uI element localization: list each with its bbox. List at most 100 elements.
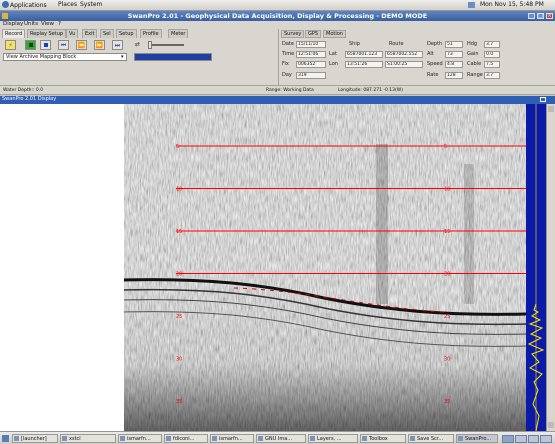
- label-time: Time: [282, 51, 295, 57]
- tab-survey[interactable]: Survey: [281, 30, 305, 38]
- water-column-plume-1: [376, 144, 388, 304]
- workspace-switcher[interactable]: [502, 435, 552, 443]
- task-gnu-image[interactable]: GNU Ima...: [256, 434, 306, 443]
- system-menu[interactable]: System: [80, 1, 102, 8]
- depth-label-15-left: 15: [176, 229, 182, 235]
- label-rate: Rate: [427, 72, 439, 78]
- tab-vu[interactable]: Vu: [66, 29, 79, 38]
- label-cable: Cable: [467, 61, 482, 67]
- minimize-icon[interactable]: _: [528, 13, 535, 19]
- task-fdiconi[interactable]: fdiconi...: [164, 434, 208, 443]
- sonar-viewer[interactable]: 5 5 10 10 15 15 20 20 25 25 30 30 35 35: [0, 104, 555, 431]
- label-day: Day: [282, 72, 292, 78]
- value-day: 319: [296, 72, 326, 79]
- tab-setup[interactable]: Setup: [116, 29, 137, 38]
- workspace-3[interactable]: [527, 435, 540, 443]
- depth-label-5-left: 5: [176, 144, 179, 150]
- tab-motion[interactable]: Motion: [323, 30, 346, 38]
- forward-end-icon[interactable]: ⏭: [112, 40, 123, 50]
- label-range: Range: [467, 72, 483, 78]
- menu-help[interactable]: ?: [58, 21, 61, 27]
- window-title-bar[interactable]: SwanPro 2.01 - Geophysical Data Acquisit…: [0, 11, 555, 21]
- lightning-icon[interactable]: ⚡: [5, 40, 16, 50]
- rate-slider-handle[interactable]: [148, 41, 152, 49]
- task-ismarfn-2[interactable]: ismarfn...: [210, 434, 254, 443]
- chevron-down-icon[interactable]: ▾: [121, 54, 124, 60]
- sonar-image[interactable]: 5 5 10 10 15 15 20 20 25 25 30 30 35 35: [124, 104, 526, 431]
- workspace-4[interactable]: [540, 435, 552, 443]
- task-xstcl[interactable]: xstcl: [60, 434, 116, 443]
- scroll-down-icon[interactable]: [548, 422, 554, 428]
- task-save-screenshot[interactable]: Save Scr...: [408, 434, 454, 443]
- depth-label-20-left: 20: [176, 272, 182, 278]
- top-panel: Applications Places System Mon Nov 15, 5…: [0, 0, 555, 11]
- gnome-foot-icon: [2, 1, 9, 8]
- taskbar: [launcher] xstcl ismarfn... fdiconi... i…: [0, 431, 555, 444]
- tab-profile[interactable]: Profile: [140, 29, 162, 38]
- info-panel: Survey GPS Motion Date Time Fix Day 15/1…: [278, 29, 555, 85]
- menu-view[interactable]: View: [41, 21, 54, 27]
- label-depth: Depth: [427, 41, 443, 47]
- tab-replay-setup[interactable]: Replay Setup: [27, 29, 67, 38]
- show-desktop-icon[interactable]: [2, 435, 9, 442]
- places-menu[interactable]: Places: [58, 1, 77, 8]
- amplitude-trace: [526, 104, 546, 431]
- tab-record[interactable]: Record: [2, 29, 26, 38]
- label-lat: Lat: [329, 51, 337, 57]
- workspace-2[interactable]: [514, 435, 527, 443]
- close-icon[interactable]: ×: [546, 13, 553, 19]
- water-column-plume-2: [464, 164, 474, 304]
- value-rate: 128: [445, 72, 463, 79]
- viewer-maximize-icon[interactable]: [540, 97, 546, 102]
- step-back-icon[interactable]: ⏪: [76, 40, 87, 50]
- control-panel-blank: [0, 62, 278, 85]
- step-forward-icon[interactable]: ⏩: [94, 40, 105, 50]
- depth-label-20-right: 20: [444, 272, 450, 278]
- scroll-up-icon[interactable]: [548, 106, 554, 112]
- stop-button[interactable]: [40, 40, 51, 50]
- label-route: Route: [389, 41, 404, 47]
- value-ship: 6587001.123: [345, 51, 383, 58]
- value-lon: S1:00:25: [385, 61, 423, 68]
- task-swanpro[interactable]: SwanPro...: [456, 434, 498, 443]
- workspace-1[interactable]: [502, 435, 514, 443]
- value-depth: 51: [445, 41, 463, 48]
- task-toolbox[interactable]: Toolbox: [360, 434, 406, 443]
- depth-label-15-right: 15: [444, 229, 450, 235]
- task-ismarfn-1[interactable]: ismarfn...: [118, 434, 162, 443]
- applications-menu[interactable]: Applications: [2, 1, 47, 9]
- value-hdg: 3.7: [484, 41, 500, 48]
- tab-sel[interactable]: Sel: [100, 29, 114, 38]
- value-range: 3.7: [484, 72, 500, 79]
- tab-exit[interactable]: Exit: [82, 29, 98, 38]
- record-button[interactable]: [25, 40, 36, 50]
- viewer-title-bar[interactable]: SwanPro 2.01 Display: [0, 96, 555, 104]
- network-icon[interactable]: [468, 2, 475, 8]
- tab-meter[interactable]: Meter: [168, 29, 189, 38]
- label-lon: Lon: [329, 61, 338, 67]
- menu-units[interactable]: Units: [24, 21, 38, 27]
- label-date: Date: [282, 41, 294, 47]
- viewer-title: SwanPro 2.01 Display: [2, 96, 57, 102]
- archive-select[interactable]: View Archive Mapping Block: [3, 53, 127, 61]
- rate-slider[interactable]: [148, 41, 184, 49]
- status-longitude: Longitude: 087.271 -0.13(W): [338, 88, 403, 93]
- task-layers[interactable]: Layers, ...: [308, 434, 358, 443]
- transport-bar: ⚡ ⏮ ⏪ ⏩ ⏭ ⇄: [0, 38, 278, 52]
- label-ship: Ship: [349, 41, 360, 47]
- tab-gps[interactable]: GPS: [305, 30, 322, 38]
- clock[interactable]: Mon Nov 15, 5:48 PM: [480, 1, 544, 8]
- rewind-start-icon[interactable]: ⏮: [58, 40, 69, 50]
- control-tabs: Record Replay Setup Vu Exit Sel Setup Pr…: [0, 29, 278, 38]
- depth-label-35-right: 35: [444, 399, 450, 405]
- value-time: 12:51:06: [296, 51, 326, 58]
- maximize-icon[interactable]: □: [537, 13, 544, 19]
- value-gain: 0.0: [484, 51, 500, 58]
- label-gain: Gain: [467, 51, 479, 57]
- menu-display[interactable]: Display: [3, 21, 23, 27]
- vertical-scrollbar[interactable]: [546, 104, 555, 431]
- task-launcher[interactable]: [launcher]: [12, 434, 58, 443]
- label-alt: Alt: [427, 51, 434, 57]
- window-title: SwanPro 2.01 - Geophysical Data Acquisit…: [127, 12, 428, 20]
- file-row: View Archive Mapping Block ▾: [0, 52, 278, 62]
